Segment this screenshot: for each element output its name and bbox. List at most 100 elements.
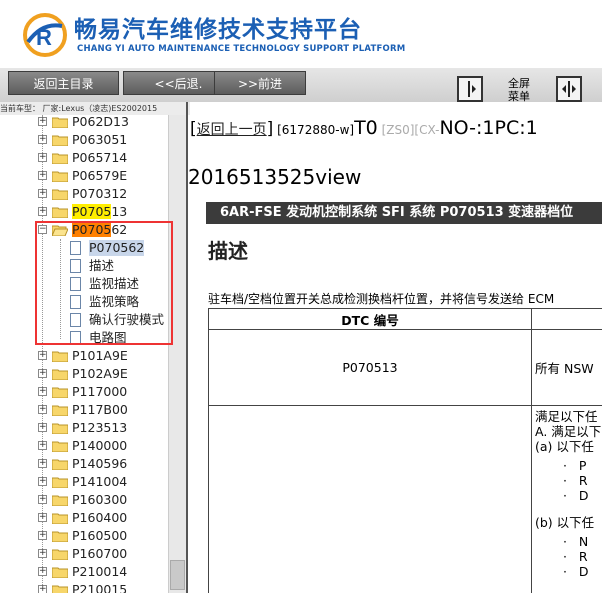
logo-icon: R <box>23 13 67 57</box>
content-pane: [返回上一页] [6172880-w]T0 [ZS0][CX-NO-:1PC:1… <box>188 115 602 593</box>
tree-item[interactable]: + P070513 <box>0 203 168 221</box>
expand-icon[interactable]: + <box>38 207 47 216</box>
tree-item-label: P117000 <box>72 384 128 399</box>
expand-panel-button[interactable] <box>556 76 582 102</box>
highlight-box <box>35 221 173 345</box>
tree-item[interactable]: + P123513 <box>0 419 168 437</box>
expand-icon[interactable]: + <box>38 135 47 144</box>
folder-icon <box>52 531 68 542</box>
app-header: R 畅易汽车维修技术支持平台 CHANG YI AUTO MAINTENANCE… <box>0 0 602 68</box>
expand-icon[interactable]: + <box>38 549 47 558</box>
tree-item[interactable]: + P210014 <box>0 563 168 581</box>
dtc-header: DTC 编号 <box>208 308 532 330</box>
tree-item-label: P141004 <box>72 474 128 489</box>
folder-icon <box>52 189 68 200</box>
tree-item[interactable]: + P101A9E <box>0 347 168 365</box>
expand-icon[interactable]: + <box>38 513 47 522</box>
folder-icon <box>52 351 68 362</box>
dtc-table: DTC 编号 P070513 所有 NSW 满足以下任 A. 满足以下 (a) … <box>208 308 602 593</box>
brand-subtitle: CHANG YI AUTO MAINTENANCE TECHNOLOGY SUP… <box>77 44 406 54</box>
tree-item[interactable]: + P140000 <box>0 437 168 455</box>
tree-item[interactable]: + P140596 <box>0 455 168 473</box>
cond-line: (b) 以下任 <box>535 515 595 530</box>
expand-icon[interactable]: + <box>38 387 47 396</box>
tree-item-label: P065714 <box>72 150 128 165</box>
tree-item-label: P140596 <box>72 456 128 471</box>
tree-item[interactable]: + P070312 <box>0 185 168 203</box>
expand-icon[interactable]: + <box>38 189 47 198</box>
folder-icon <box>52 549 68 560</box>
logo-letter: R <box>36 25 52 50</box>
expand-icon[interactable]: + <box>38 423 47 432</box>
cond-bullet: · D <box>563 564 589 579</box>
expand-icon[interactable]: + <box>38 117 47 126</box>
tree-item[interactable]: + P141004 <box>0 473 168 491</box>
tree-item-label: P070312 <box>72 186 128 201</box>
home-button[interactable]: 返回主目录 <box>8 71 119 95</box>
folder-icon <box>52 477 68 488</box>
section-heading: 描述 <box>208 239 248 263</box>
content-topline: [返回上一页] [6172880-w]T0 [ZS0][CX-NO-:1PC:1 <box>190 117 538 139</box>
back-link[interactable]: 返回上一页 <box>197 122 267 138</box>
folder-icon <box>52 117 68 128</box>
folder-icon <box>52 585 68 593</box>
tree-item-label: P140000 <box>72 438 128 453</box>
scroll-thumb[interactable] <box>170 560 185 590</box>
expand-icon[interactable]: + <box>38 153 47 162</box>
doc-t0: T0 <box>354 117 378 139</box>
panel-split-icon <box>562 81 576 97</box>
tree-item[interactable]: + P117000 <box>0 383 168 401</box>
expand-icon[interactable]: + <box>38 477 47 486</box>
cond-bullet: · R <box>563 473 588 488</box>
tree-item-label: P101A9E <box>72 348 128 363</box>
cond-line: (a) 以下任 <box>535 439 594 454</box>
tree-item-label: P160400 <box>72 510 128 525</box>
tree-item[interactable]: + P210015 <box>0 581 168 593</box>
doc-no: NO-:1PC:1 <box>439 117 538 139</box>
tree-item-label: P070513 <box>72 204 127 220</box>
toolbar: 返回主目录 <<后退. >>前进 全屏 菜单 <box>0 68 602 103</box>
tree-item-label: P117B00 <box>72 402 128 417</box>
expand-icon[interactable]: + <box>38 441 47 450</box>
cond-line: A. 满足以下 <box>535 424 602 439</box>
expand-icon[interactable]: + <box>38 369 47 378</box>
tree-item-label: P062D13 <box>72 115 129 129</box>
tree-scrollbar[interactable] <box>168 115 187 593</box>
doc-zs: [ZS0][CX- <box>381 123 440 137</box>
cond-line: 满足以下任 <box>535 409 598 424</box>
expand-icon[interactable]: + <box>38 405 47 414</box>
expand-icon[interactable]: + <box>38 531 47 540</box>
folder-icon <box>52 459 68 470</box>
forward-button[interactable]: >>前进 <box>214 71 306 95</box>
folder-icon <box>52 369 68 380</box>
tree-item[interactable]: + P06579E <box>0 167 168 185</box>
folder-icon <box>52 441 68 452</box>
tree-item[interactable]: + P160400 <box>0 509 168 527</box>
expand-icon[interactable]: + <box>38 459 47 468</box>
panel-left-icon <box>468 81 476 97</box>
tree-item[interactable]: + P160300 <box>0 491 168 509</box>
collapse-panel-button[interactable] <box>457 76 483 102</box>
tree-item-label-rest: 13 <box>111 204 128 219</box>
dtc-tree: + P062D13 + P063051 + P065714 + P06579E + P070312… <box>0 115 168 593</box>
tree-item[interactable]: + P160700 <box>0 545 168 563</box>
expand-icon[interactable]: + <box>38 171 47 180</box>
expand-icon[interactable]: + <box>38 585 47 593</box>
brand-title: 畅易汽车维修技术支持平台 <box>74 17 362 43</box>
expand-icon[interactable]: + <box>38 567 47 576</box>
tree-item-label-highlight: P0705 <box>72 204 112 219</box>
tree-item[interactable]: + P062D13 <box>0 115 168 131</box>
dtc-condition-cell: 满足以下任 A. 满足以下 (a) 以下任 · P · R · D (b) 以下… <box>531 405 602 593</box>
cond-bullet: · P <box>563 458 587 473</box>
tree-item[interactable]: + P117B00 <box>0 401 168 419</box>
tree-item[interactable]: + P065714 <box>0 149 168 167</box>
tree-item[interactable]: + P102A9E <box>0 365 168 383</box>
tree-item[interactable]: + P063051 <box>0 131 168 149</box>
tree-item[interactable]: + P160500 <box>0 527 168 545</box>
expand-icon[interactable]: + <box>38 351 47 360</box>
expand-icon[interactable]: + <box>38 495 47 504</box>
tree-item-label: P06579E <box>72 168 128 183</box>
tree-item-label: P063051 <box>72 132 128 147</box>
folder-icon <box>52 153 68 164</box>
doc-code: [6172880-w] <box>277 123 355 137</box>
